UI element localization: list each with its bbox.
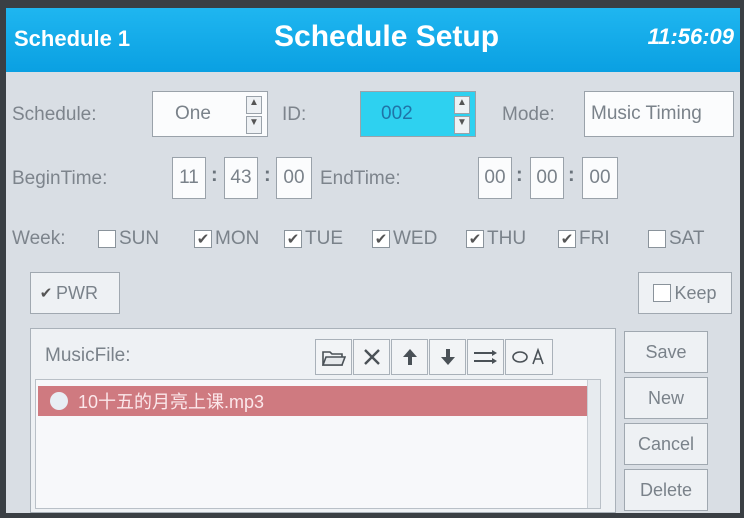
end-minute-field[interactable]: 00 <box>530 157 564 199</box>
week-checkbox-mon[interactable]: ✔ MON <box>194 223 259 255</box>
music-file-name: 10十五的月亮上课.mp3 <box>78 392 265 412</box>
title-bar: Schedule 1 Schedule Setup 11:56:09 <box>6 8 740 72</box>
end-second-field[interactable]: 00 <box>582 157 618 199</box>
time-separator: : <box>568 164 575 186</box>
time-separator: : <box>264 164 271 186</box>
checkbox-icon: ✔ <box>558 230 576 248</box>
day-label: MON <box>215 228 260 249</box>
sequential-play-icon[interactable] <box>467 339 504 375</box>
move-down-icon[interactable] <box>429 339 466 375</box>
day-label: TUE <box>305 228 343 249</box>
schedule-up-arrow[interactable]: ▲ <box>246 96 262 114</box>
music-file-list[interactable]: 10十五的月亮上课.mp3 <box>35 379 601 509</box>
list-item[interactable]: 10十五的月亮上课.mp3 <box>38 386 598 416</box>
save-button[interactable]: Save <box>624 331 708 373</box>
delete-button[interactable]: Delete <box>624 469 708 511</box>
day-label: THU <box>487 228 527 249</box>
checkbox-icon <box>653 284 672 302</box>
cancel-button[interactable]: Cancel <box>624 423 708 465</box>
day-label: FRI <box>579 228 610 249</box>
schedule-setup-screen: Schedule 1 Schedule Setup 11:56:09 Sched… <box>6 8 740 513</box>
time-separator: : <box>516 164 523 186</box>
new-button[interactable]: New <box>624 377 708 419</box>
week-checkbox-sun[interactable]: SUN <box>98 223 159 255</box>
checkbox-icon <box>98 230 116 248</box>
week-checkbox-fri[interactable]: ✔ FRI <box>558 223 610 255</box>
delete-x-icon[interactable] <box>353 339 390 375</box>
mode-label: Mode: <box>502 104 555 125</box>
repeat-play-icon-glyph <box>512 347 544 365</box>
day-label: SAT <box>669 228 705 249</box>
keep-checkbox[interactable]: Keep <box>638 272 732 314</box>
week-checkbox-wed[interactable]: ✔ WED <box>372 223 437 255</box>
checkbox-icon: ✔ <box>372 230 390 248</box>
id-up-arrow[interactable]: ▲ <box>454 96 470 114</box>
id-label: ID: <box>282 104 307 125</box>
list-scrollbar[interactable] <box>587 380 600 508</box>
schedule-label: Schedule: <box>12 104 97 125</box>
pwr-label: PWR <box>56 282 98 303</box>
delete-x-icon-glyph <box>363 349 380 365</box>
begin-second-field[interactable]: 00 <box>276 157 312 199</box>
begin-hour-field[interactable]: 11 <box>172 157 206 199</box>
week-checkbox-thu[interactable]: ✔ THU <box>466 223 526 255</box>
checkbox-icon: ✔ <box>194 230 212 248</box>
end-hour-field[interactable]: 00 <box>478 157 512 199</box>
checkbox-icon <box>648 230 666 248</box>
begin-minute-field[interactable]: 43 <box>224 157 258 199</box>
music-file-panel: MusicFile: 10十五的月亮上课.mp3 <box>30 328 616 513</box>
end-time-label: EndTime: <box>320 168 401 189</box>
begin-time-label: BeginTime: <box>12 168 108 189</box>
music-file-label: MusicFile: <box>45 345 131 366</box>
week-label: Week: <box>12 228 66 249</box>
mode-value: Music Timing <box>591 103 702 124</box>
sequential-play-icon-glyph <box>473 350 497 364</box>
open-folder-icon-glyph <box>321 351 346 366</box>
checkbox-icon: ✔ <box>39 285 53 302</box>
keep-label: Keep <box>674 282 717 303</box>
move-up-icon[interactable] <box>391 339 428 375</box>
music-file-icon <box>50 392 68 410</box>
schedule-down-arrow[interactable]: ▼ <box>246 116 262 134</box>
pwr-checkbox[interactable]: ✔ PWR <box>30 272 120 314</box>
open-folder-icon[interactable] <box>315 339 352 375</box>
mode-field[interactable]: Music Timing <box>584 91 734 137</box>
id-value: 002 <box>381 103 413 124</box>
clock: 11:56:09 <box>647 24 734 49</box>
day-label: WED <box>393 228 438 249</box>
id-down-arrow[interactable]: ▼ <box>454 116 470 134</box>
checkbox-icon: ✔ <box>284 230 302 248</box>
time-separator: : <box>211 164 218 186</box>
checkbox-icon: ✔ <box>466 230 484 248</box>
repeat-play-icon[interactable] <box>505 339 553 375</box>
move-up-icon-glyph <box>402 349 417 365</box>
schedule-value: One <box>175 103 211 124</box>
day-label: SUN <box>119 228 160 249</box>
week-checkbox-tue[interactable]: ✔ TUE <box>284 223 343 255</box>
page-title: Schedule Setup <box>274 20 500 53</box>
move-down-icon-glyph <box>440 349 455 365</box>
schedule-number: Schedule 1 <box>14 26 131 51</box>
week-checkbox-sat[interactable]: SAT <box>648 223 705 255</box>
